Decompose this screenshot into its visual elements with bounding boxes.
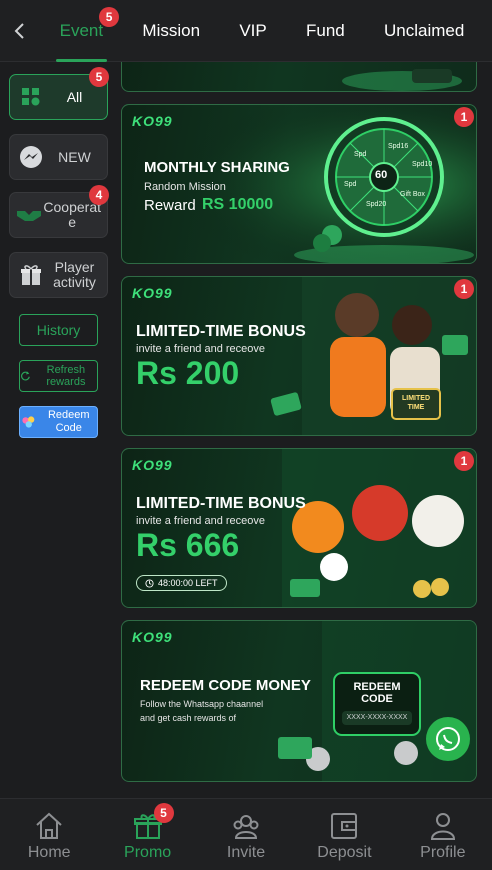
reward-value: RS 10000 bbox=[202, 196, 274, 213]
brand-logo: KO99 bbox=[132, 285, 173, 301]
wheel-label: Gift Box bbox=[400, 191, 425, 198]
bottom-nav: Home Promo 5 Invite Deposit Profile bbox=[0, 798, 492, 870]
home-icon bbox=[36, 812, 62, 839]
redeem-card-title: REDEEM CODE bbox=[353, 681, 401, 705]
promo-banner-bonus-666[interactable]: KO99 1 LIMITED-TIME BONUS invite a frien… bbox=[121, 448, 477, 608]
banner-badge: 1 bbox=[454, 451, 474, 471]
wallet-icon bbox=[331, 813, 358, 839]
tab-event[interactable]: Event 5 bbox=[50, 0, 120, 62]
promo-banner-redeem-code[interactable]: KO99 REDEEM CODE MONEY Follow the Whatsa… bbox=[121, 620, 477, 782]
banner-badge: 1 bbox=[454, 279, 474, 299]
bonus-amount: Rs 666 bbox=[136, 527, 240, 563]
banner-subtitle-line2: and get cash rewards of bbox=[140, 713, 237, 723]
sidebar-item-new[interactable]: NEW bbox=[9, 134, 108, 180]
gift-icon bbox=[14, 264, 48, 286]
banner-title: MONTHLY SHARING bbox=[144, 159, 290, 176]
banner-subtitle-line1: Follow the Whatsapp chaannel bbox=[140, 699, 264, 709]
nav-home[interactable]: Home bbox=[0, 799, 98, 870]
redeem-code-button[interactable]: Redeem Code bbox=[19, 406, 98, 438]
banner-badge: 1 bbox=[454, 107, 474, 127]
sidebar-item-label: NEW bbox=[58, 148, 91, 165]
sidebar-item-label: Player activity bbox=[53, 259, 96, 290]
wheel-center: 60 bbox=[375, 169, 388, 181]
whatsapp-icon bbox=[436, 727, 460, 751]
sidebar-item-player-activity[interactable]: Player activity bbox=[9, 252, 108, 298]
banner-title: LIMITED-TIME BONUS bbox=[136, 495, 306, 512]
clock-icon bbox=[145, 578, 154, 588]
nav-badge: 5 bbox=[153, 803, 174, 823]
nav-label: Promo bbox=[124, 844, 172, 861]
bonus-amount: Rs 200 bbox=[136, 355, 240, 391]
sidebar-badge: 5 bbox=[89, 67, 109, 87]
countdown-timer: 48:00:00 LEFT bbox=[136, 575, 227, 591]
limited-time-tag: LIMITED TIME bbox=[402, 395, 430, 411]
flower-icon bbox=[22, 416, 35, 428]
promo-list: KO99 1 60 Spd16 Spd Gift Box Spd20 Spd S… bbox=[121, 62, 477, 792]
banner-title: LIMITED-TIME BONUS bbox=[136, 323, 306, 340]
wheel-label: Spd bbox=[354, 151, 367, 158]
brand-logo: KO99 bbox=[132, 457, 173, 473]
tab-badge: 5 bbox=[99, 6, 120, 27]
sidebar-badge: 4 bbox=[89, 185, 109, 205]
nav-promo[interactable]: Promo 5 bbox=[98, 799, 196, 870]
banner-subtitle: invite a friend and receove bbox=[136, 515, 266, 527]
nav-label: Home bbox=[27, 844, 71, 861]
wheel-label: Spd10 bbox=[412, 161, 433, 168]
promo-banner-partial[interactable] bbox=[121, 62, 477, 92]
tab-fund[interactable]: Fund bbox=[296, 0, 355, 62]
nav-deposit[interactable]: Deposit bbox=[295, 799, 393, 870]
tab-vip[interactable]: VIP bbox=[229, 0, 276, 62]
history-label: History bbox=[36, 322, 81, 338]
chevron-left-icon bbox=[14, 22, 24, 39]
tab-label: Fund bbox=[306, 20, 345, 40]
refresh-label: Refresh rewards bbox=[46, 364, 86, 388]
brand-logo: KO99 bbox=[132, 629, 173, 645]
promo-banner-monthly-sharing[interactable]: KO99 1 60 Spd16 Spd Gift Box Spd20 Spd S… bbox=[121, 104, 477, 264]
redeem-card-code: XXXX-XXXX-XXXX bbox=[346, 714, 408, 721]
sidebar-item-all[interactable]: All 5 bbox=[9, 67, 109, 120]
timer-text: 48:00:00 LEFT bbox=[158, 578, 218, 588]
reward-prefix: Reward bbox=[144, 197, 196, 214]
wheel-label: Spd20 bbox=[366, 201, 387, 208]
tab-mission[interactable]: Mission bbox=[132, 0, 210, 62]
sidebar-item-label: All bbox=[66, 88, 83, 105]
tab-label: Event bbox=[59, 20, 104, 40]
wheel-label: Spd16 bbox=[388, 143, 409, 150]
invite-icon bbox=[233, 815, 259, 839]
nav-label: Profile bbox=[420, 844, 466, 861]
tab-unclaimed[interactable]: Unclaimed bbox=[374, 0, 474, 62]
tab-label: Mission bbox=[142, 20, 201, 40]
tab-bar: Event 5 Mission VIP Fund Unclaimed bbox=[40, 0, 492, 62]
tab-label: Unclaimed bbox=[384, 20, 465, 40]
grid-icon bbox=[14, 87, 48, 107]
nav-invite[interactable]: Invite bbox=[197, 799, 295, 870]
category-sidebar: All 5 NEW Cooperat e 4 Player activity H… bbox=[0, 62, 116, 792]
nav-label: Deposit bbox=[317, 844, 372, 861]
sidebar-item-cooperate[interactable]: Cooperat e 4 bbox=[9, 185, 109, 238]
back-button[interactable] bbox=[0, 0, 40, 62]
promo-app: Event 5 Mission VIP Fund Unclaimed All 5… bbox=[0, 0, 492, 870]
banner-subtitle: invite a friend and receove bbox=[136, 343, 266, 355]
wheel-label: Spd bbox=[344, 181, 357, 188]
banner-title: REDEEM CODE MONEY bbox=[140, 677, 311, 694]
nav-profile[interactable]: Profile bbox=[394, 799, 492, 870]
handshake-icon bbox=[14, 208, 43, 222]
messenger-icon bbox=[14, 145, 48, 169]
refresh-icon bbox=[21, 371, 30, 381]
banner-art bbox=[342, 69, 462, 91]
profile-icon bbox=[430, 813, 455, 840]
tab-label: VIP bbox=[239, 20, 267, 40]
top-nav: Event 5 Mission VIP Fund Unclaimed bbox=[0, 0, 492, 62]
brand-logo: KO99 bbox=[132, 113, 173, 129]
promo-banner-bonus-200[interactable]: KO99 1 LIMITED-TIME BONUS invite a frien… bbox=[121, 276, 477, 436]
banner-subtitle: Random Mission bbox=[144, 181, 226, 193]
redeem-label: Redeem Code bbox=[47, 409, 90, 434]
history-button[interactable]: History bbox=[19, 314, 98, 346]
refresh-rewards-button[interactable]: Refresh rewards bbox=[19, 360, 98, 392]
nav-label: Invite bbox=[226, 844, 266, 861]
